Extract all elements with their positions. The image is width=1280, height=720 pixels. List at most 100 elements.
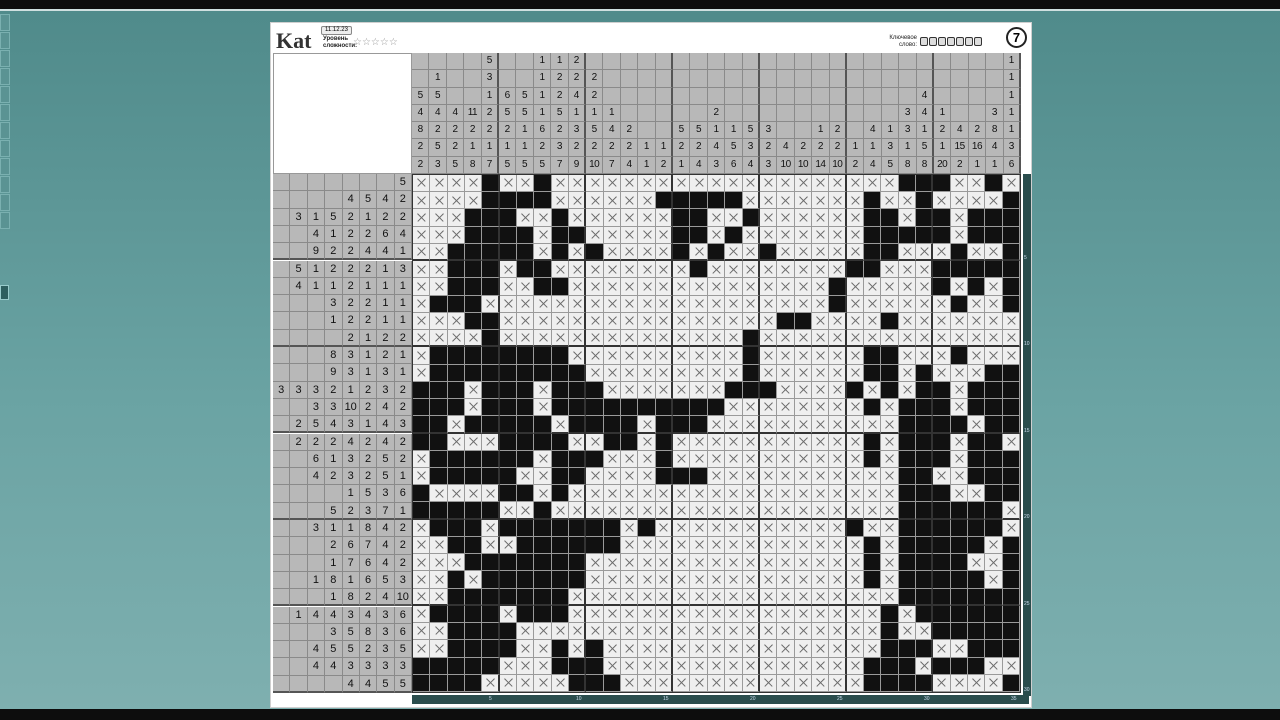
cell-filled[interactable] (933, 519, 951, 537)
cell-crossed[interactable] (1002, 175, 1020, 193)
cell-crossed[interactable] (794, 364, 812, 382)
row-clue[interactable]: 4 (342, 433, 360, 451)
cell-filled[interactable] (430, 347, 448, 365)
cell-filled[interactable] (499, 571, 518, 589)
cell-crossed[interactable] (569, 588, 587, 606)
cell-filled[interactable] (933, 485, 951, 503)
column-clue[interactable]: 4 (707, 139, 726, 157)
cell-filled[interactable] (985, 467, 1003, 486)
row-clue[interactable]: 1 (394, 364, 412, 382)
cell-crossed[interactable] (742, 605, 760, 624)
cell-crossed[interactable] (1002, 347, 1020, 365)
cell-crossed[interactable] (933, 674, 951, 692)
column-clue-empty[interactable] (499, 70, 517, 88)
cell-crossed[interactable] (777, 519, 795, 537)
row-clue[interactable]: 5 (377, 675, 395, 693)
column-clue-empty[interactable] (777, 104, 795, 123)
cell-filled[interactable] (915, 226, 934, 244)
cell-crossed[interactable] (707, 502, 726, 520)
column-clue-empty[interactable] (690, 87, 708, 105)
cell-crossed[interactable] (517, 502, 535, 520)
cell-crossed[interactable] (811, 364, 830, 382)
cell-filled[interactable] (985, 399, 1003, 417)
cell-filled[interactable] (950, 623, 968, 641)
cell-crossed[interactable] (603, 243, 622, 262)
cell-crossed[interactable] (742, 450, 760, 468)
cell-crossed[interactable] (777, 243, 795, 262)
row-clue-empty[interactable] (290, 468, 308, 486)
cell-crossed[interactable] (898, 330, 916, 348)
column-clue-empty[interactable] (725, 104, 743, 123)
cell-crossed[interactable] (794, 192, 812, 210)
row-clue[interactable]: 2 (325, 260, 343, 278)
cell-filled[interactable] (482, 416, 500, 434)
cell-filled[interactable] (863, 571, 882, 589)
cell-filled[interactable] (881, 364, 899, 382)
cell-filled[interactable] (482, 623, 500, 641)
column-clue-empty[interactable] (742, 53, 760, 71)
cell-crossed[interactable] (742, 192, 760, 210)
cell-filled[interactable] (638, 399, 656, 417)
row-clue[interactable]: 2 (359, 381, 378, 399)
cell-filled[interactable] (551, 433, 570, 451)
column-clue-empty[interactable] (829, 70, 847, 88)
cell-crossed[interactable] (742, 261, 760, 279)
cell-crossed[interactable] (777, 623, 795, 641)
cell-filled[interactable] (499, 450, 518, 468)
cell-crossed[interactable] (829, 416, 847, 434)
column-clue[interactable]: 2 (499, 122, 517, 140)
cell-crossed[interactable] (742, 571, 760, 589)
row-clue[interactable]: 6 (342, 537, 360, 555)
cell-crossed[interactable] (707, 364, 726, 382)
cell-filled[interactable] (638, 519, 656, 537)
column-clue[interactable]: 2 (620, 122, 639, 140)
tool-icon-2[interactable] (0, 32, 10, 49)
column-clue[interactable]: 2 (412, 139, 430, 157)
cell-filled[interactable] (881, 640, 899, 658)
row-clue[interactable]: 3 (377, 606, 395, 624)
cell-crossed[interactable] (569, 243, 587, 262)
cell-filled[interactable] (534, 554, 552, 572)
cell-filled[interactable] (898, 502, 916, 520)
cell-filled[interactable] (673, 192, 691, 210)
cell-crossed[interactable] (881, 485, 899, 503)
column-clue-empty[interactable] (934, 53, 952, 71)
row-clue-empty[interactable] (307, 312, 326, 330)
cell-crossed[interactable] (638, 278, 656, 296)
cell-filled[interactable] (499, 588, 518, 606)
cell-crossed[interactable] (707, 347, 726, 365)
cell-crossed[interactable] (551, 416, 570, 434)
cell-filled[interactable] (863, 261, 882, 279)
cell-crossed[interactable] (655, 657, 674, 675)
cell-filled[interactable] (742, 209, 760, 227)
row-clue[interactable]: 2 (394, 191, 412, 209)
row-clue[interactable]: 4 (342, 191, 360, 209)
cell-crossed[interactable] (673, 330, 691, 348)
cell-crossed[interactable] (846, 209, 864, 227)
cell-crossed[interactable] (725, 623, 743, 641)
row-clue-empty[interactable] (273, 537, 291, 555)
row-clue[interactable]: 7 (342, 554, 360, 572)
row-clue-empty[interactable] (273, 225, 291, 244)
row-clue[interactable]: 4 (290, 277, 308, 296)
cell-crossed[interactable] (725, 399, 743, 417)
row-clue-empty[interactable] (307, 675, 326, 693)
column-clue[interactable]: 3 (481, 70, 499, 88)
cell-filled[interactable] (985, 623, 1003, 641)
cell-crossed[interactable] (569, 295, 587, 313)
column-clue[interactable]: 8 (916, 156, 934, 174)
cell-crossed[interactable] (655, 312, 674, 331)
column-clue-empty[interactable] (638, 70, 656, 88)
cell-crossed[interactable] (846, 623, 864, 641)
cell-crossed[interactable] (777, 502, 795, 520)
column-clue[interactable]: 3 (986, 104, 1004, 123)
cell-crossed[interactable] (673, 278, 691, 296)
cell-crossed[interactable] (603, 502, 622, 520)
row-clue[interactable]: 1 (359, 364, 378, 382)
cell-filled[interactable] (1002, 554, 1020, 572)
cell-crossed[interactable] (777, 278, 795, 296)
cell-crossed[interactable] (707, 261, 726, 279)
cell-crossed[interactable] (829, 175, 847, 193)
row-clue[interactable]: 1 (377, 277, 395, 296)
cell-crossed[interactable] (638, 243, 656, 262)
